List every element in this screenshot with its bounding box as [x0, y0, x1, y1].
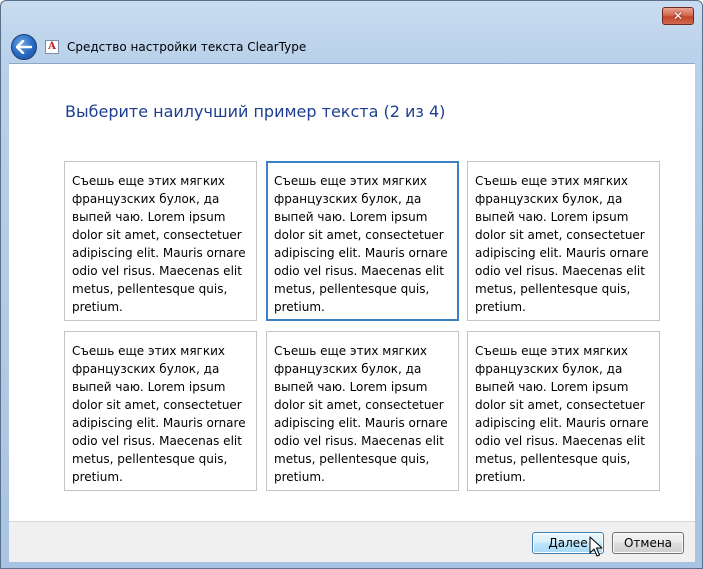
sample-text: Съешь еще этих мягких французских булок,… — [274, 174, 448, 314]
cleartype-window: ✕ A Средство настройки текста ClearType … — [0, 0, 703, 569]
sample-text: Съешь еще этих мягких французских булок,… — [274, 344, 448, 484]
window-header: A Средство настройки текста ClearType — [9, 31, 694, 63]
text-sample-2[interactable]: Съешь еще этих мягких французских булок,… — [266, 161, 459, 321]
back-arrow-icon — [16, 40, 32, 54]
sample-text: Съешь еще этих мягких французских булок,… — [475, 344, 649, 484]
text-sample-6[interactable]: Съешь еще этих мягких французских булок,… — [467, 331, 660, 491]
text-sample-4[interactable]: Съешь еще этих мягких французских булок,… — [64, 331, 257, 491]
content-area: Выберите наилучший пример текста (2 из 4… — [9, 63, 695, 521]
back-button[interactable] — [11, 34, 37, 60]
page-instruction: Выберите наилучший пример текста (2 из 4… — [65, 102, 446, 121]
text-sample-5[interactable]: Съешь еще этих мягких французских булок,… — [266, 331, 459, 491]
text-sample-3[interactable]: Съешь еще этих мягких французских булок,… — [467, 161, 660, 321]
text-sample-1[interactable]: Съешь еще этих мягких французских булок,… — [64, 161, 257, 321]
window-title: Средство настройки текста ClearType — [67, 40, 307, 54]
sample-text: Съешь еще этих мягких французских булок,… — [475, 174, 649, 314]
cleartype-icon: A — [45, 40, 59, 54]
button-bar: Далее Отмена — [9, 521, 695, 562]
sample-text: Съешь еще этих мягких французских булок,… — [72, 344, 246, 484]
next-button[interactable]: Далее — [532, 532, 604, 554]
close-button[interactable]: ✕ — [662, 7, 694, 25]
sample-text: Съешь еще этих мягких французских булок,… — [72, 174, 246, 314]
close-icon: ✕ — [672, 9, 684, 23]
cancel-button[interactable]: Отмена — [612, 532, 684, 554]
